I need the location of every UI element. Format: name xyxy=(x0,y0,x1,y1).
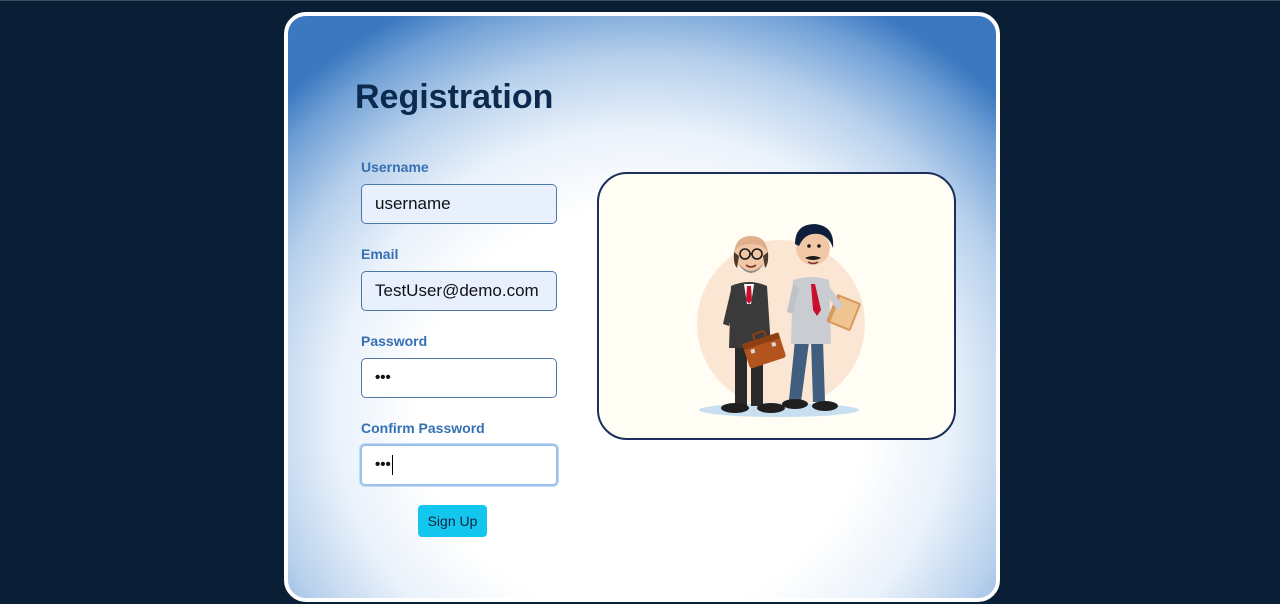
password-mask: ••• xyxy=(375,369,391,386)
top-divider xyxy=(0,0,1280,1)
confirm-password-input[interactable]: ••• xyxy=(360,444,558,486)
email-label: Email xyxy=(361,246,399,262)
email-input[interactable] xyxy=(361,271,557,311)
sign-up-button[interactable]: Sign Up xyxy=(418,505,487,537)
page-title: Registration xyxy=(355,78,554,116)
text-caret xyxy=(391,454,393,475)
confirm-password-mask: ••• xyxy=(375,456,391,473)
two-businessmen-illustration-icon xyxy=(697,224,865,417)
confirm-password-label: Confirm Password xyxy=(361,420,485,436)
username-input[interactable] xyxy=(361,184,557,224)
illustration-frame xyxy=(597,172,956,440)
registration-card: Registration Username Email Password •••… xyxy=(284,12,1000,602)
password-label: Password xyxy=(361,333,428,349)
username-label: Username xyxy=(361,159,429,175)
password-input[interactable]: ••• xyxy=(361,358,557,398)
